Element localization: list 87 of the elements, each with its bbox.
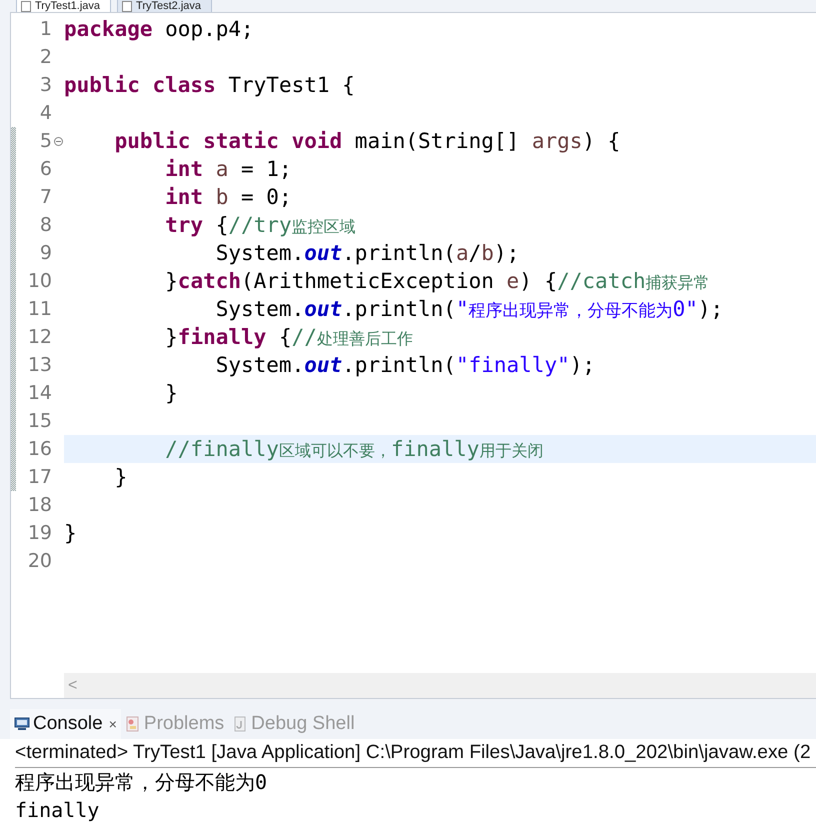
code-text: TryTest1 { (228, 73, 355, 97)
console-output: 程序出现异常，分母不能为0 (15, 769, 268, 796)
comment: 监控区域 (292, 217, 356, 236)
code-text: (ArithmeticException (241, 269, 495, 293)
line-number: 8 (38, 213, 52, 238)
variable-name: e (506, 269, 520, 293)
line-number: 12 (26, 325, 52, 350)
code-text: / (468, 241, 482, 265)
line-number: 14 (26, 381, 52, 406)
code-text: ) { (582, 129, 620, 153)
code-text: System. (214, 353, 304, 377)
string-literal: " (456, 297, 469, 321)
variable-name: b (216, 185, 228, 209)
console-output: finally (15, 797, 100, 824)
panel-tab[interactable]: Console × (10, 709, 121, 739)
code-text: .println( (342, 353, 456, 377)
problems-icon (124, 716, 141, 732)
code-text: ); (494, 241, 520, 265)
string-literal: 程序出现异常，分母不能为 (468, 301, 673, 321)
code-text: .println( (342, 241, 456, 265)
collapse-icon[interactable] (54, 136, 62, 146)
line-number: 15 (26, 409, 52, 434)
field-name: out (304, 241, 342, 265)
file-icon (232, 716, 248, 732)
code-text: } (164, 269, 178, 293)
variable-name: args (532, 129, 582, 153)
code-text: = 1; (240, 157, 292, 181)
field-name: out (304, 297, 342, 321)
code-text: { (214, 213, 228, 237)
line-number: 9 (38, 241, 52, 266)
line-number: 11 (26, 297, 52, 322)
code-text: ) { (519, 269, 558, 293)
variable-name: a (216, 157, 228, 181)
keyword: package (64, 17, 154, 41)
line-number: 5 (38, 129, 52, 154)
code-text: } (164, 381, 178, 405)
code-text: = 0; (240, 185, 292, 209)
line-number: 19 (26, 521, 52, 546)
code-text: oop.p4; (165, 17, 254, 41)
code-text: ); (570, 353, 596, 377)
code-text: ); (698, 297, 724, 321)
string-literal: "finally" (456, 353, 570, 377)
comment: //catch (557, 269, 646, 293)
editor-tab[interactable]: TryTest1.java (16, 0, 112, 12)
code-text: } (64, 521, 77, 545)
line-number: 1 (38, 17, 52, 42)
monitor-icon (14, 716, 30, 732)
comment: //try (228, 213, 292, 237)
keyword: public static void (114, 129, 344, 153)
variable-name: b (481, 241, 494, 265)
comment: 捕获异常 (646, 273, 710, 292)
line-number: 3 (38, 73, 52, 98)
keyword: int (164, 157, 204, 181)
keyword: try (164, 213, 204, 237)
console-header: <terminated> TryTest1 [Java Application] C:\Program Files\Java\jre1.8.0_202\bin\javaw.exe (2 (15, 739, 816, 768)
comment: 处理善后工作 (316, 329, 413, 348)
code-text: { (278, 325, 292, 349)
keyword: finally (178, 325, 266, 349)
string-literal: 0" (672, 297, 698, 321)
line-number: 7 (38, 185, 52, 210)
keyword: int (164, 185, 204, 209)
comment: 区域可以不要， (278, 441, 391, 460)
code-text: .println( (342, 297, 456, 321)
line-number: 18 (26, 493, 52, 518)
line-number: 20 (26, 549, 52, 574)
keyword: catch (178, 269, 242, 293)
code-text: } (164, 325, 178, 349)
code-text: System. (214, 297, 304, 321)
code-text: main(String[] (354, 129, 520, 153)
line-number: 4 (38, 101, 52, 126)
comment: finally (390, 437, 480, 461)
line-number: 16 (26, 437, 52, 462)
comment: 用于关闭 (479, 441, 544, 460)
line-number: 17 (26, 465, 52, 490)
variable-name: a (456, 241, 469, 265)
editor-tab[interactable]: TryTest2.java (117, 0, 212, 12)
line-number: 2 (38, 45, 52, 70)
code-text: } (114, 465, 128, 489)
keyword: public class (64, 73, 217, 97)
field-name: out (304, 353, 342, 377)
code-text: System. (214, 241, 304, 265)
line-number: 13 (26, 353, 52, 378)
line-number: 10 (26, 269, 52, 294)
line-number: 6 (38, 157, 52, 182)
comment: // (292, 325, 317, 349)
comment: //finally (164, 437, 279, 461)
close-icon[interactable]: × (108, 716, 117, 732)
